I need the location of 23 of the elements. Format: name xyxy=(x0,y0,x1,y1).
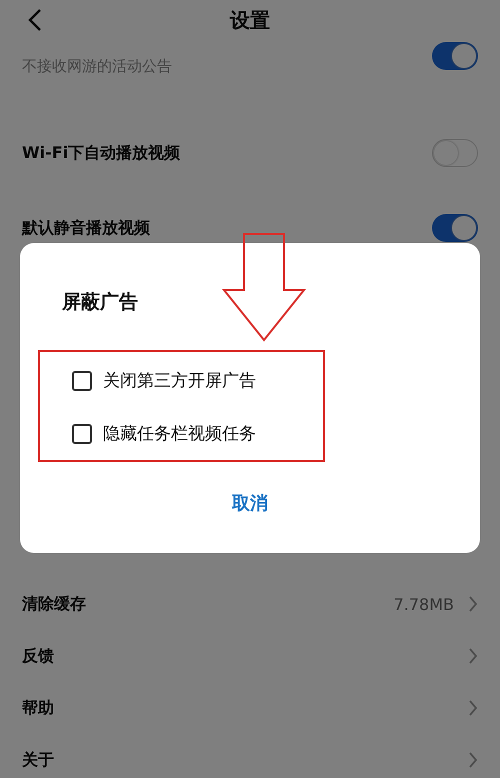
setting-value: 7.78MB xyxy=(394,594,454,614)
option-label: 关闭第三方开屏广告 xyxy=(103,370,256,392)
toggle-switch[interactable] xyxy=(432,139,478,167)
toggle-switch[interactable] xyxy=(432,42,478,70)
chevron-icon[interactable] xyxy=(468,647,478,665)
option-label: 隐藏任务栏视频任务 xyxy=(103,423,256,445)
setting-label: Wi-Fi下自动播放视频 xyxy=(22,142,182,164)
cancel-button[interactable]: 取消 xyxy=(222,487,278,519)
chevron-icon[interactable] xyxy=(468,751,478,769)
setting-label: 反馈 xyxy=(22,646,55,666)
checkbox[interactable] xyxy=(72,424,92,444)
toggle-switch[interactable] xyxy=(432,214,478,242)
setting-label: 关于 xyxy=(22,750,55,770)
setting-label: 清除缓存 xyxy=(22,594,87,614)
dialog-title: 屏蔽广告 xyxy=(62,290,139,315)
setting-label: 默认静音播放视频 xyxy=(22,218,151,238)
setting-label: 帮助 xyxy=(22,698,55,718)
page-title: 设置 xyxy=(230,6,270,34)
checkbox[interactable] xyxy=(72,370,92,390)
back-icon[interactable] xyxy=(28,8,42,32)
chevron-icon[interactable] xyxy=(468,595,478,613)
setting-subtitle: 不接收网游的活动公告 xyxy=(22,56,172,76)
chevron-icon[interactable] xyxy=(468,699,478,717)
